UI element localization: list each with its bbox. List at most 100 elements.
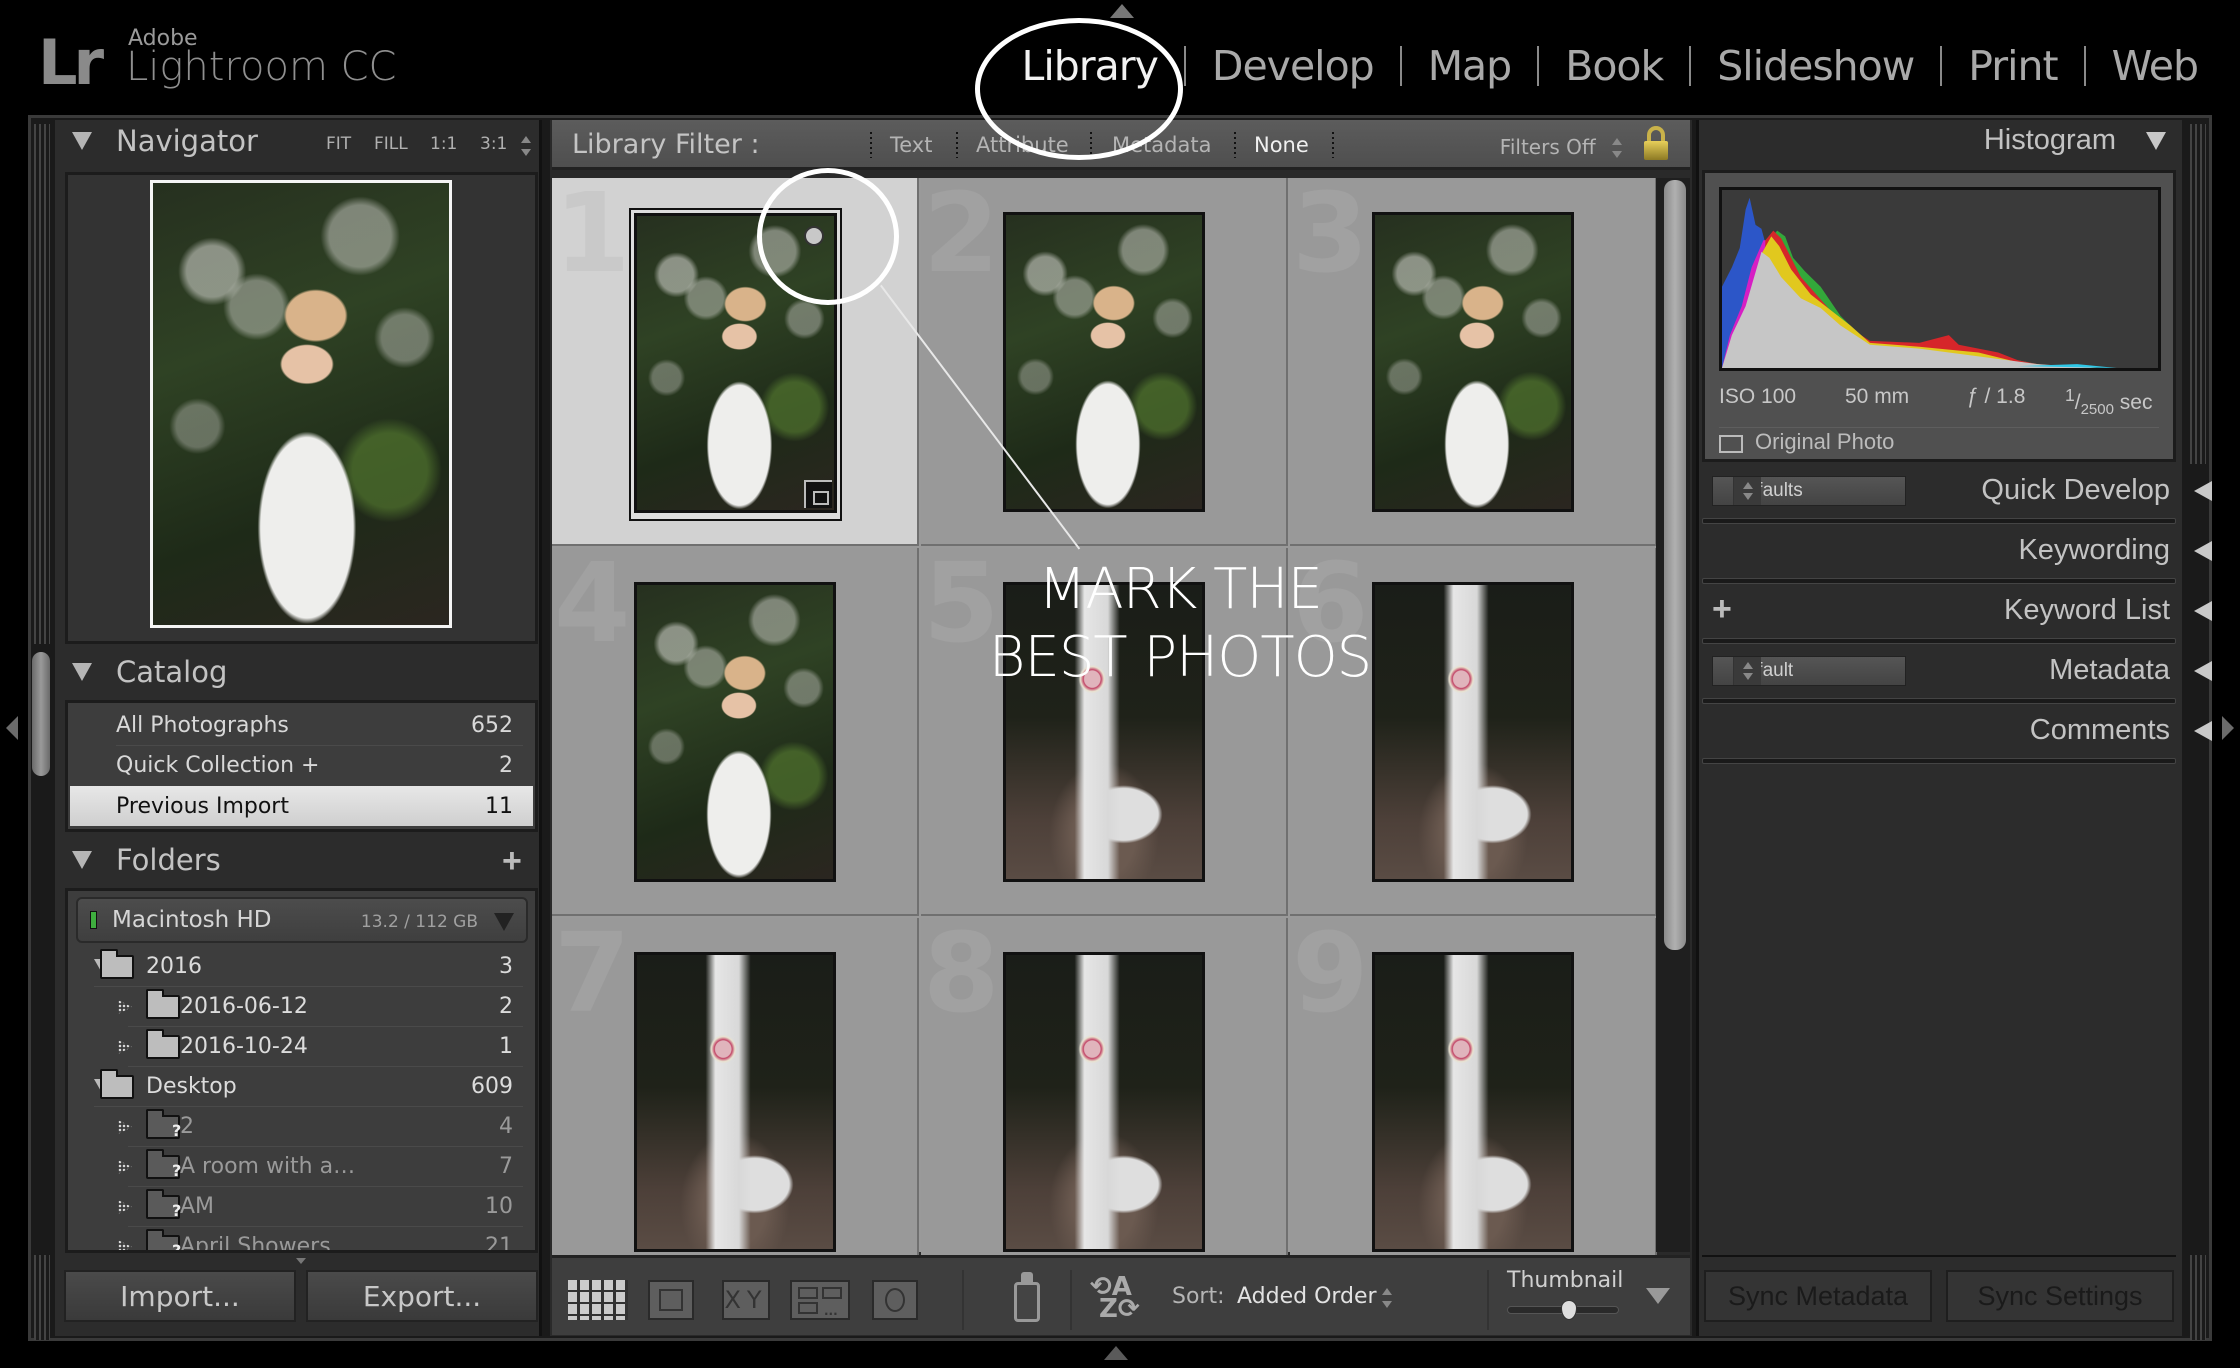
sync-settings-button[interactable]: Sync Settings bbox=[1946, 1270, 2174, 1322]
disclosure-arrow-icon[interactable] bbox=[118, 1120, 132, 1134]
catalog-item-count: 652 bbox=[471, 712, 513, 738]
folder-count: 4 bbox=[499, 1114, 513, 1139]
quick-develop-preset-select[interactable]: Defaults bbox=[1712, 476, 1906, 506]
filter-none[interactable]: None bbox=[1254, 133, 1309, 157]
folders-header[interactable]: Folders bbox=[72, 843, 221, 877]
sort-label: Sort: bbox=[1172, 1284, 1225, 1309]
zoom-stepper-icon[interactable] bbox=[521, 136, 531, 156]
photo-thumbnail[interactable] bbox=[1003, 212, 1205, 512]
compare-view-button[interactable]: XY bbox=[722, 1280, 770, 1320]
sort-select[interactable]: Added Order bbox=[1237, 1284, 1377, 1309]
volume-macintosh-hd[interactable]: Macintosh HD 13.2 / 112 GB bbox=[76, 897, 528, 943]
collapse-top-panel-icon[interactable] bbox=[1110, 4, 1134, 18]
loupe-view-button[interactable] bbox=[648, 1280, 694, 1320]
volume-menu-icon[interactable] bbox=[494, 913, 514, 931]
photo-thumbnail[interactable] bbox=[1372, 212, 1574, 512]
add-keyword-icon[interactable]: + bbox=[1712, 590, 1732, 629]
collapse-left-panel-icon[interactable] bbox=[6, 716, 18, 740]
right-panel-grip[interactable] bbox=[2190, 1255, 2206, 1340]
module-develop[interactable]: Develop bbox=[1186, 42, 1400, 90]
add-folder-icon[interactable]: + bbox=[502, 842, 522, 881]
panel-end-marker-icon bbox=[296, 1258, 306, 1264]
photo-thumbnail[interactable] bbox=[1372, 582, 1574, 882]
module-print[interactable]: Print bbox=[1942, 42, 2083, 90]
people-view-button[interactable] bbox=[872, 1280, 918, 1320]
module-map[interactable]: Map bbox=[1402, 42, 1538, 90]
keywording-header[interactable]: Keywording bbox=[2018, 534, 2212, 567]
module-web[interactable]: Web bbox=[2086, 42, 2224, 90]
zoom-fit[interactable]: FIT bbox=[326, 134, 351, 154]
histogram-header[interactable]: Histogram bbox=[1984, 124, 2166, 157]
folder-item[interactable]: ? A room with a… 7 bbox=[68, 1147, 535, 1187]
collapse-triangle-icon bbox=[2146, 131, 2166, 150]
catalog-item-quick-collection[interactable]: Quick Collection + 2 bbox=[68, 745, 535, 785]
grid-scrollbar-thumb[interactable] bbox=[1664, 180, 1686, 950]
face-icon bbox=[885, 1288, 905, 1312]
histogram-graph[interactable] bbox=[1719, 187, 2161, 371]
keyword-list-header[interactable]: Keyword List bbox=[2004, 594, 2212, 627]
filter-preset-select[interactable]: Filters Off bbox=[1500, 134, 1622, 159]
folder-icon bbox=[146, 989, 180, 1019]
catalog-item-previous-import[interactable]: Previous Import 11 bbox=[70, 786, 533, 826]
grid-cell[interactable]: 2 bbox=[921, 178, 1288, 546]
quick-develop-header[interactable]: Quick Develop bbox=[1981, 474, 2212, 507]
section-divider bbox=[1702, 698, 2176, 704]
sort-stepper-icon[interactable] bbox=[1382, 1288, 1392, 1308]
zoom-1-1[interactable]: 1:1 bbox=[430, 134, 457, 154]
folder-item[interactable]: 2016-06-12 2 bbox=[68, 987, 535, 1027]
volume-name: Macintosh HD bbox=[112, 907, 272, 933]
filter-text[interactable]: Text bbox=[890, 133, 932, 157]
left-panel-grip[interactable] bbox=[34, 1255, 50, 1340]
folder-item[interactable]: ? April Showers 21 bbox=[68, 1227, 535, 1253]
catalog-header[interactable]: Catalog bbox=[72, 655, 227, 689]
original-photo-checkbox[interactable] bbox=[1719, 435, 1743, 453]
metadata-header[interactable]: Metadata bbox=[2049, 654, 2212, 687]
thumbnail-size-slider-knob[interactable] bbox=[1560, 1300, 1577, 1320]
grid-cell[interactable]: 4 bbox=[552, 548, 919, 916]
photo-thumbnail[interactable] bbox=[1003, 952, 1205, 1252]
collapse-filmstrip-icon[interactable] bbox=[1104, 1346, 1128, 1360]
module-slideshow[interactable]: Slideshow bbox=[1691, 42, 1940, 90]
sync-metadata-button[interactable]: Sync Metadata bbox=[1704, 1270, 1932, 1322]
sort-direction-icon[interactable]: ⟲A Z⟳ bbox=[1090, 1274, 1140, 1322]
zoom-fill[interactable]: FILL bbox=[374, 134, 408, 154]
photo-thumbnail[interactable] bbox=[634, 952, 836, 1252]
folder-item[interactable]: ? 2 4 bbox=[68, 1107, 535, 1147]
grid-view-button[interactable] bbox=[568, 1280, 628, 1320]
navigator-header[interactable]: Navigator bbox=[72, 124, 258, 158]
disclosure-arrow-icon[interactable] bbox=[118, 1040, 132, 1054]
disclosure-arrow-icon[interactable] bbox=[118, 1200, 132, 1214]
volume-usage: 13.2 / 112 GB bbox=[360, 912, 478, 932]
catalog-item-all-photographs[interactable]: All Photographs 652 bbox=[68, 705, 535, 745]
folder-item[interactable]: ? AM 10 bbox=[68, 1187, 535, 1227]
folder-item[interactable]: 2016-10-24 1 bbox=[68, 1027, 535, 1067]
disclosure-arrow-icon[interactable] bbox=[118, 1160, 132, 1174]
left-panel-grip[interactable] bbox=[34, 124, 50, 644]
photo-thumbnail[interactable] bbox=[1372, 952, 1574, 1252]
disclosure-arrow-icon[interactable] bbox=[118, 1240, 132, 1250]
folder-count: 21 bbox=[485, 1234, 513, 1253]
grid-cell[interactable]: 7 bbox=[552, 918, 919, 1286]
photo-thumbnail[interactable] bbox=[634, 582, 836, 882]
folder-item[interactable]: 2016 3 bbox=[68, 947, 535, 987]
export-button[interactable]: Export... bbox=[306, 1270, 538, 1322]
zoom-3-1[interactable]: 3:1 bbox=[480, 134, 507, 154]
lock-icon[interactable] bbox=[1644, 126, 1668, 160]
module-book[interactable]: Book bbox=[1539, 42, 1689, 90]
survey-view-button[interactable]: ... bbox=[790, 1280, 850, 1320]
grid-cell[interactable]: 3 bbox=[1290, 178, 1657, 546]
disclosure-arrow-icon[interactable] bbox=[118, 1000, 132, 1014]
metadata-preset-select[interactable]: Default bbox=[1712, 656, 1906, 686]
right-panel-grip[interactable] bbox=[2190, 124, 2206, 464]
grid-cell[interactable]: 8 bbox=[921, 918, 1288, 1286]
left-panel-scrollbar[interactable] bbox=[32, 652, 50, 776]
virtual-copy-badge-icon[interactable] bbox=[804, 480, 832, 508]
import-button[interactable]: Import... bbox=[64, 1270, 296, 1322]
navigator-preview-image[interactable] bbox=[150, 180, 452, 628]
collapse-right-panel-icon[interactable] bbox=[2222, 716, 2234, 740]
grid-cell[interactable]: 9 bbox=[1290, 918, 1657, 1286]
comments-header[interactable]: Comments bbox=[2030, 714, 2212, 747]
painter-icon[interactable] bbox=[1014, 1272, 1040, 1322]
toolbar-options-icon[interactable] bbox=[1646, 1288, 1670, 1304]
folder-item[interactable]: Desktop 609 bbox=[68, 1067, 535, 1107]
